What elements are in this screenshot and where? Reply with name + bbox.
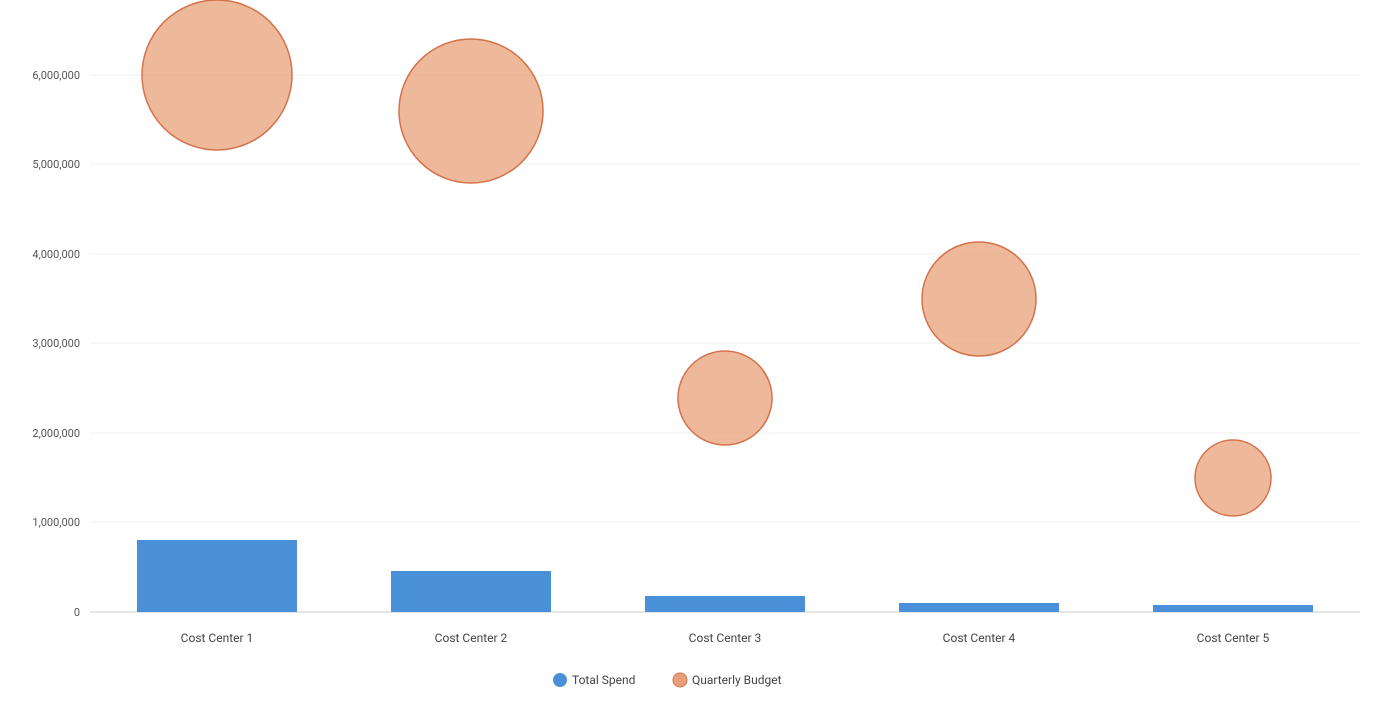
x-label-cc4: Cost Center 4 (943, 631, 1016, 645)
y-tick-6m: 6,000,000 (32, 69, 80, 82)
legend-label-quarterly-budget: Quarterly Budget (692, 673, 782, 687)
bar-cc3 (645, 596, 805, 612)
y-tick-0: 0 (74, 606, 80, 619)
bubble-cc1 (142, 0, 292, 150)
bar-cc2 (391, 571, 551, 612)
y-tick-4m: 4,000,000 (32, 248, 80, 261)
x-label-cc1: Cost Center 1 (181, 631, 254, 645)
y-tick-3m: 3,000,000 (32, 337, 80, 350)
y-tick-1m: 1,000,000 (32, 516, 80, 529)
bubble-cc3 (678, 351, 772, 445)
legend-dot-total-spend (553, 673, 567, 687)
bar-cc5 (1153, 605, 1313, 612)
bubble-cc2 (399, 39, 543, 183)
bubble-cc4 (922, 242, 1036, 356)
bar-cc4 (899, 603, 1059, 612)
y-tick-2m: 2,000,000 (32, 427, 80, 440)
x-label-cc5: Cost Center 5 (1197, 631, 1270, 645)
bar-cc1 (137, 540, 297, 612)
legend-dot-quarterly-budget (673, 673, 687, 687)
chart-container: 0 1,000,000 2,000,000 3,000,000 4,000,00… (0, 0, 1400, 712)
y-tick-5m: 5,000,000 (32, 158, 80, 171)
x-label-cc3: Cost Center 3 (689, 631, 762, 645)
bubble-cc5 (1195, 440, 1271, 516)
legend-label-total-spend: Total Spend (572, 673, 635, 687)
x-label-cc2: Cost Center 2 (435, 631, 508, 645)
